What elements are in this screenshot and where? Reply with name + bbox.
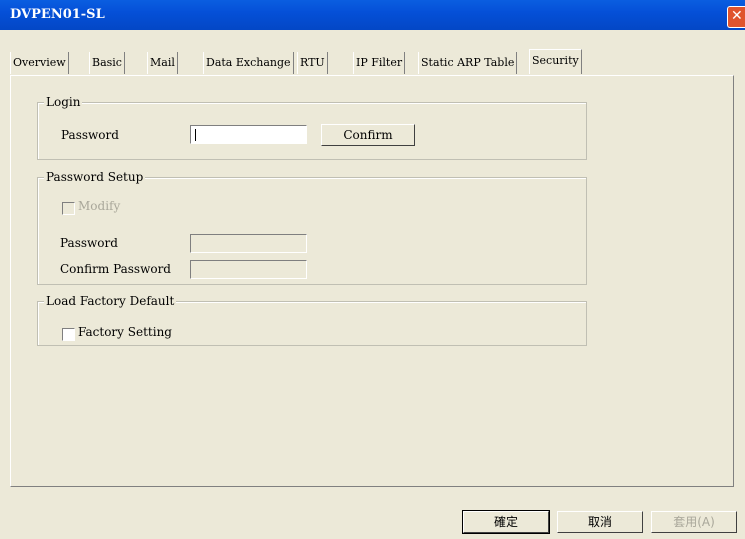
ok-button[interactable]: 確定 <box>462 510 550 534</box>
title-bar[interactable]: DVPEN01-SL ✕ <box>0 0 745 30</box>
tab-data-exchange[interactable]: Data Exchange <box>203 52 294 74</box>
login-password-label: Password <box>61 128 119 142</box>
tab-ip-filter[interactable]: IP Filter <box>353 52 406 74</box>
modify-checkbox[interactable] <box>62 202 75 215</box>
confirm-password-input[interactable] <box>190 260 307 279</box>
cancel-button[interactable]: 取消 <box>557 511 643 533</box>
factory-default-group-title: Load Factory Default <box>44 294 177 308</box>
password-setup-group: Password Setup Modify Password Confirm P… <box>37 170 587 285</box>
login-password-input[interactable] <box>190 125 307 144</box>
confirm-button[interactable]: Confirm <box>321 124 415 146</box>
security-panel: Login Password Confirm Password Setup Mo… <box>10 75 734 487</box>
login-group: Login Password Confirm <box>37 95 587 160</box>
confirm-password-label: Confirm Password <box>60 262 171 276</box>
tab-security[interactable]: Security <box>529 49 582 74</box>
window-title: DVPEN01-SL <box>10 7 105 22</box>
close-button[interactable]: ✕ <box>727 6 745 28</box>
dialog-window: DVPEN01-SL ✕ Overview Basic Mail Data Ex… <box>0 0 745 539</box>
tab-basic[interactable]: Basic <box>89 52 125 74</box>
tab-mail[interactable]: Mail <box>147 52 178 74</box>
tab-overview[interactable]: Overview <box>10 52 69 74</box>
factory-setting-checkbox[interactable] <box>62 328 75 341</box>
password-setup-group-title: Password Setup <box>44 170 146 184</box>
factory-setting-label: Factory Setting <box>78 325 172 339</box>
apply-button[interactable]: 套用(A) <box>651 511 737 533</box>
factory-default-group: Load Factory Default Factory Setting <box>37 294 587 346</box>
setup-password-label: Password <box>60 236 118 250</box>
setup-password-input[interactable] <box>190 234 307 253</box>
tab-static-arp-table[interactable]: Static ARP Table <box>418 52 518 74</box>
modify-label: Modify <box>78 199 121 213</box>
login-group-title: Login <box>44 95 83 109</box>
text-caret <box>195 129 196 141</box>
tab-rtu[interactable]: RTU <box>297 52 328 74</box>
close-icon: ✕ <box>731 8 743 24</box>
